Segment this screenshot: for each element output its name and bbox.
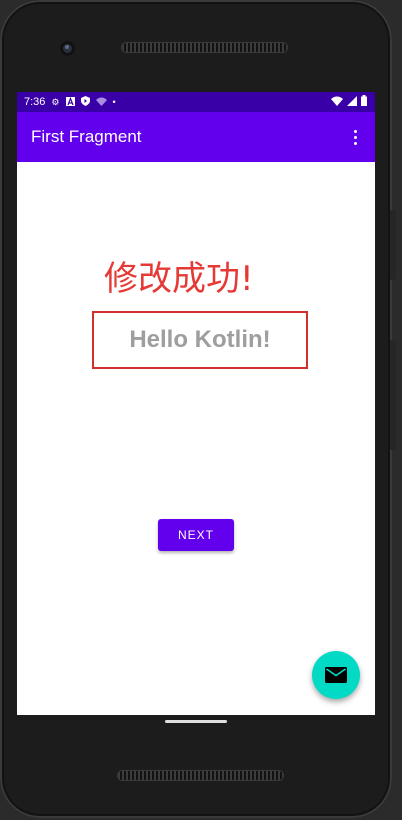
bottom-speaker xyxy=(118,771,283,780)
dot-icon: • xyxy=(112,96,116,107)
email-fab[interactable] xyxy=(312,651,360,699)
app-title: First Fragment xyxy=(31,127,142,146)
hello-text: Hello Kotlin! xyxy=(129,326,271,353)
status-right-icons xyxy=(331,95,367,109)
status-time: 7:36 xyxy=(24,96,46,108)
hello-textview-box: Hello Kotlin! xyxy=(92,311,308,369)
a-icon xyxy=(65,96,75,108)
battery-icon xyxy=(361,95,367,109)
more-vert-icon[interactable] xyxy=(347,125,363,149)
status-bar: 7:36 ⚙ • xyxy=(17,92,375,112)
mail-icon xyxy=(325,667,347,683)
signal-icon xyxy=(347,95,357,109)
gear-icon: ⚙ xyxy=(51,96,60,107)
success-headline: 修改成功! xyxy=(104,259,254,299)
volume-button xyxy=(390,340,396,450)
screen: 7:36 ⚙ • First Fragment 修改成功! Hello Kotl… xyxy=(17,92,375,715)
front-camera xyxy=(60,41,75,56)
power-button xyxy=(390,210,396,280)
next-button[interactable]: NEXT xyxy=(158,519,234,551)
phone-frame: 7:36 ⚙ • First Fragment 修改成功! Hello Kotl… xyxy=(0,0,392,818)
wifi-question-icon xyxy=(95,97,107,108)
wifi-icon xyxy=(331,96,343,109)
home-gesture-handle[interactable] xyxy=(165,720,227,723)
shield-icon xyxy=(80,96,90,108)
app-bar: First Fragment xyxy=(17,112,375,162)
top-speaker xyxy=(122,43,287,52)
